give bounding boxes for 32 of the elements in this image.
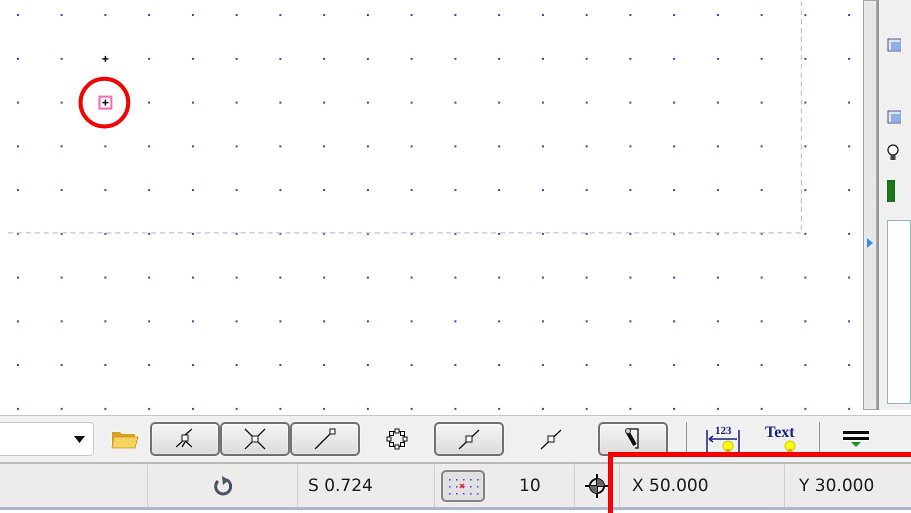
dropdown-caret-icon: [74, 436, 85, 442]
window-icon[interactable]: [887, 110, 901, 126]
selected-point[interactable]: [98, 96, 112, 110]
angle-tool-button[interactable]: [150, 422, 220, 456]
point-marker: [102, 55, 110, 63]
endpoint-snap-icon: [312, 427, 338, 451]
endpoint-tool-button[interactable]: [290, 422, 360, 456]
grid-size-value: 10: [519, 476, 541, 496]
midpoint-snap-icon: [538, 427, 564, 451]
crosshair-icon[interactable]: [584, 472, 610, 498]
scale-readout: S 0.724: [308, 476, 373, 496]
midpoint-snap-icon: [456, 427, 482, 451]
undo-icon[interactable]: [212, 474, 234, 496]
nodes-icon: [385, 427, 409, 451]
dimension-button[interactable]: 123: [693, 422, 753, 456]
pen-tool-button[interactable]: [598, 422, 668, 456]
line-weight-icon: [842, 428, 870, 450]
midpoint-tool-button[interactable]: [434, 422, 504, 456]
text-button[interactable]: Text: [753, 422, 813, 456]
indicator-icon: [887, 180, 895, 202]
lightbulb-icon: [887, 144, 899, 162]
grid-toggle-button[interactable]: [441, 470, 485, 502]
lightbulb-icon: [783, 440, 797, 454]
expand-arrow-icon[interactable]: [866, 238, 874, 248]
x-coordinate: X 50.000: [632, 476, 709, 496]
y-coordinate: Y 30.000: [799, 476, 874, 496]
window-icon[interactable]: [887, 38, 901, 54]
cross-tool-button[interactable]: [220, 422, 290, 456]
lightbulb-icon: [721, 440, 735, 454]
intersection-snap-icon: [242, 427, 268, 451]
highlight-circle: [78, 76, 130, 128]
dropdown-field[interactable]: [0, 422, 94, 456]
